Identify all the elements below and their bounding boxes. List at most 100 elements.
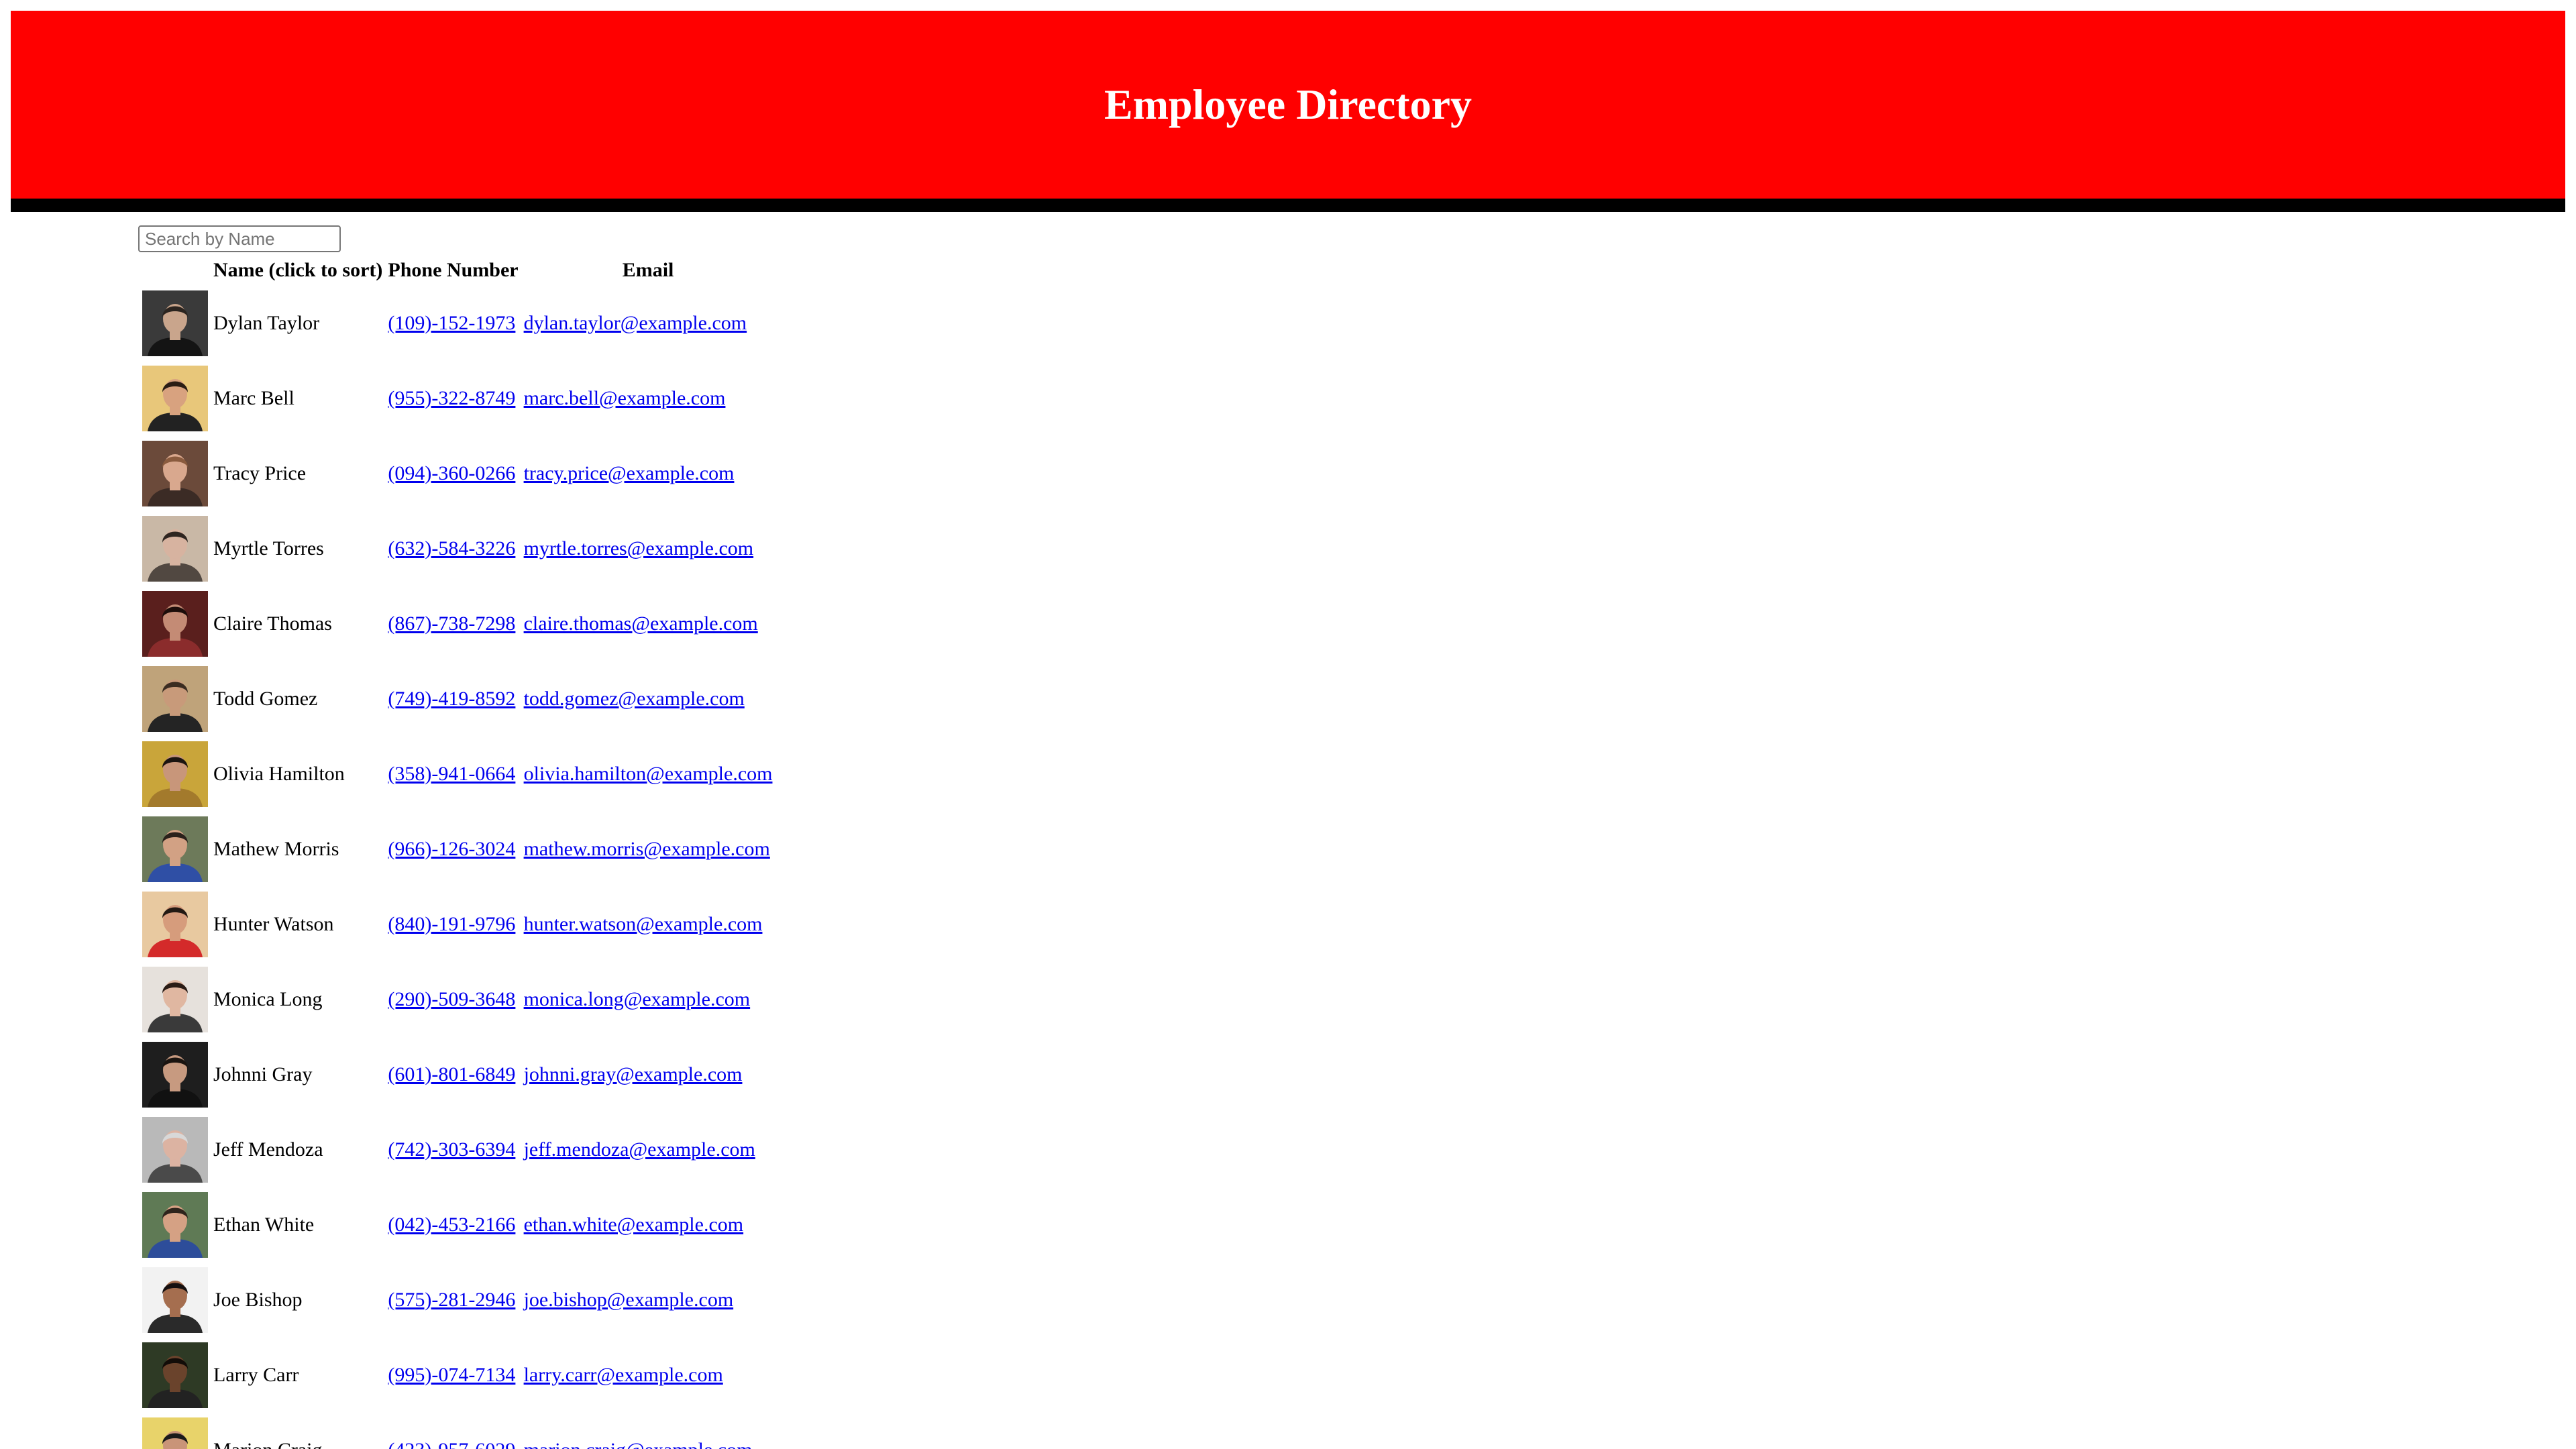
employee-name: Todd Gomez — [213, 688, 318, 710]
phone-link[interactable]: (290)-509-3648 — [388, 988, 515, 1010]
phone-link[interactable]: (995)-074-7134 — [388, 1364, 515, 1386]
avatar — [142, 967, 208, 1032]
avatar — [142, 366, 208, 431]
avatar — [142, 591, 208, 657]
avatar — [142, 666, 208, 732]
email-cell: hunter.watson@example.com — [523, 888, 774, 961]
email-link[interactable]: jeff.mendoza@example.com — [524, 1138, 755, 1161]
employee-name: Marion Craig — [212, 1414, 384, 1449]
avatar — [142, 1417, 208, 1449]
phone-link[interactable]: (423)-957-6029 — [388, 1439, 515, 1449]
phone-cell: (290)-509-3648 — [386, 963, 519, 1036]
email-link[interactable]: mathew.morris@example.com — [524, 838, 770, 860]
email-link[interactable]: hunter.watson@example.com — [524, 913, 763, 935]
email-link[interactable]: claire.thomas@example.com — [524, 612, 758, 635]
avatar — [142, 441, 208, 506]
avatar-cell — [141, 287, 209, 360]
avatar — [142, 816, 208, 882]
email-cell: claire.thomas@example.com — [523, 588, 774, 660]
avatar-cell — [141, 362, 209, 435]
avatar-cell — [141, 663, 209, 735]
employee-name: Larry Carr — [213, 1364, 299, 1386]
table-header-row: Name (click to sort) Phone Number Email — [141, 256, 773, 284]
phone-link[interactable]: (109)-152-1973 — [388, 312, 515, 334]
email-cell: mathew.morris@example.com — [523, 813, 774, 885]
email-cell: johnni.gray@example.com — [523, 1038, 774, 1111]
phone-link[interactable]: (601)-801-6849 — [388, 1063, 515, 1085]
employee-name: Monica Long — [213, 988, 323, 1010]
employee-name: Mathew Morris — [213, 838, 339, 860]
employee-name: Johnni Gray — [213, 1063, 313, 1085]
employee-name: Tracy Price — [213, 462, 307, 484]
email-link[interactable]: olivia.hamilton@example.com — [524, 763, 773, 785]
table-row: Marion Craig (423)-957-6029 marion.craig@e… — [141, 1414, 773, 1449]
phone-link[interactable]: (632)-584-3226 — [388, 537, 515, 559]
phone-cell: (966)-126-3024 — [386, 813, 519, 885]
email-link[interactable]: marc.bell@example.com — [524, 387, 726, 409]
column-header-email: Email — [622, 259, 674, 281]
avatar-cell — [141, 588, 209, 660]
avatar — [142, 1117, 208, 1183]
column-header-name-sort[interactable]: Name (click to sort) — [212, 256, 384, 284]
email-link[interactable]: marion.craig@example.com — [524, 1439, 753, 1449]
email-cell: ethan.white@example.com — [523, 1189, 774, 1261]
employee-name: Ethan White — [213, 1214, 315, 1236]
avatar-cell — [141, 813, 209, 885]
phone-link[interactable]: (094)-360-0266 — [388, 462, 515, 484]
email-link[interactable]: todd.gomez@example.com — [524, 688, 745, 710]
email-cell: tracy.price@example.com — [523, 437, 774, 510]
email-link[interactable]: ethan.white@example.com — [524, 1214, 744, 1236]
employee-name: Dylan Taylor — [213, 312, 320, 334]
table-row: Joe Bishop (575)-281-2946 joe.bishop@examp… — [141, 1264, 773, 1336]
phone-cell: (094)-360-0266 — [386, 437, 519, 510]
table-row: Myrtle Torres (632)-584-3226 myrtle.torres… — [141, 513, 773, 585]
phone-cell: (840)-191-9796 — [386, 888, 519, 961]
email-cell: jeff.mendoza@example.com — [523, 1114, 774, 1186]
phone-link[interactable]: (358)-941-0664 — [388, 763, 515, 785]
table-row: Johnni Gray (601)-801-6849 johnni.gray@exa… — [141, 1038, 773, 1111]
column-header-photo — [141, 256, 209, 284]
avatar-cell — [141, 1038, 209, 1111]
email-link[interactable]: myrtle.torres@example.com — [524, 537, 754, 559]
email-cell: dylan.taylor@example.com — [523, 287, 774, 360]
phone-link[interactable]: (575)-281-2946 — [388, 1289, 515, 1311]
table-row: Hunter Watson (840)-191-9796 hunter.watson… — [141, 888, 773, 961]
employee-name: Jeff Mendoza — [213, 1138, 323, 1161]
avatar — [142, 290, 208, 356]
email-link[interactable]: dylan.taylor@example.com — [524, 312, 747, 334]
avatar — [142, 1192, 208, 1258]
employee-name: Hunter Watson — [213, 913, 334, 935]
phone-link[interactable]: (867)-738-7298 — [388, 612, 515, 635]
employee-table: Name (click to sort) Phone Number Email … — [138, 254, 776, 1449]
avatar — [142, 741, 208, 807]
email-link[interactable]: johnni.gray@example.com — [524, 1063, 743, 1085]
phone-link[interactable]: (840)-191-9796 — [388, 913, 515, 935]
email-link[interactable]: joe.bishop@example.com — [524, 1289, 734, 1311]
employee-name: Myrtle Torres — [213, 537, 324, 559]
employee-name: Joe Bishop — [213, 1289, 303, 1311]
employee-name: Olivia Hamilton — [213, 763, 345, 785]
email-link[interactable]: tracy.price@example.com — [524, 462, 735, 484]
table-row: Marc Bell (955)-322-8749 marc.bell@example… — [141, 362, 773, 435]
table-row: Monica Long (290)-509-3648 monica.long@exa… — [141, 963, 773, 1036]
phone-link[interactable]: (966)-126-3024 — [388, 838, 515, 860]
phone-cell: (867)-738-7298 — [386, 588, 519, 660]
avatar — [142, 1267, 208, 1333]
email-link[interactable]: monica.long@example.com — [524, 988, 751, 1010]
avatar-cell — [141, 963, 209, 1036]
avatar — [142, 892, 208, 957]
email-cell: monica.long@example.com — [523, 963, 774, 1036]
table-row: Tracy Price (094)-360-0266 tracy.price@exa… — [141, 437, 773, 510]
phone-link[interactable]: (742)-303-6394 — [388, 1138, 515, 1161]
search-input[interactable] — [138, 225, 341, 252]
phone-link[interactable]: (749)-419-8592 — [388, 688, 515, 710]
avatar-cell — [141, 738, 209, 810]
phone-link[interactable]: (042)-453-2166 — [388, 1214, 515, 1236]
phone-cell: (042)-453-2166 — [386, 1189, 519, 1261]
phone-cell: (749)-419-8592 — [386, 663, 519, 735]
phone-link[interactable]: (955)-322-8749 — [388, 387, 515, 409]
avatar — [142, 1042, 208, 1108]
phone-cell: (995)-074-7134 — [386, 1339, 519, 1411]
email-link[interactable]: larry.carr@example.com — [524, 1364, 723, 1386]
table-row: Olivia Hamilton (358)-941-0664 olivia.hami… — [141, 738, 773, 810]
